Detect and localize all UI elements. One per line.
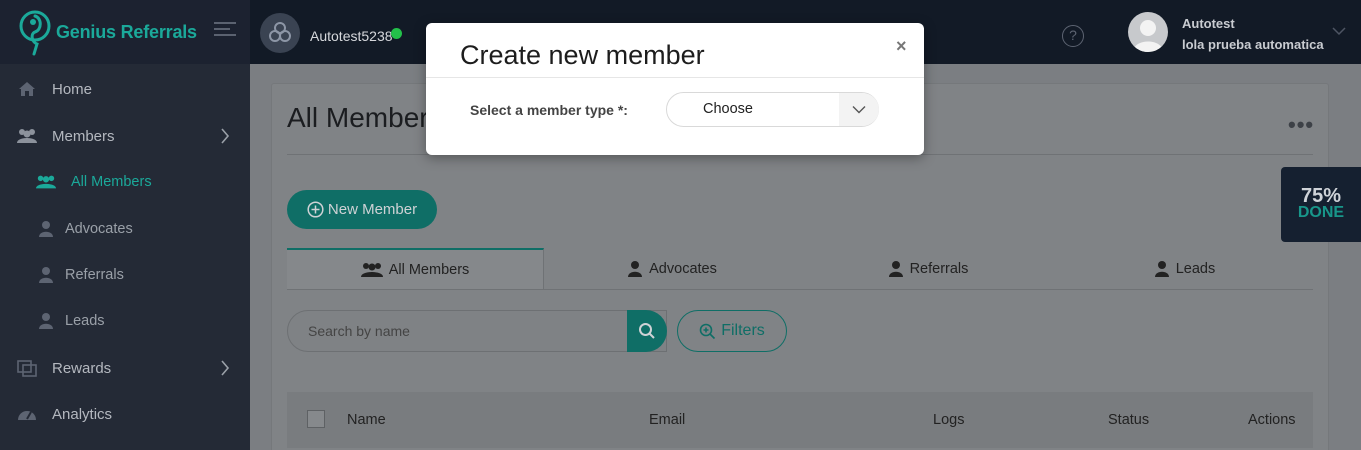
new-member-label: New Member [327, 201, 418, 218]
user-icon [39, 267, 53, 283]
column-header-logs[interactable]: Logs [933, 412, 964, 428]
page-title: All Members [287, 102, 443, 133]
account-name[interactable]: Autotest5238 [310, 28, 393, 44]
new-member-button[interactable]: New Member [287, 190, 437, 229]
user-subtitle: lola prueba automatica [1182, 37, 1324, 52]
rewards-icon [17, 360, 37, 377]
user-name: Autotest [1182, 16, 1235, 31]
help-icon[interactable]: ? [1062, 25, 1084, 47]
onboarding-progress-badge[interactable]: 75% DONE [1281, 167, 1361, 242]
group-icon [36, 175, 56, 189]
tab-label: Referrals [909, 260, 969, 277]
modal-title: Create new member [460, 40, 705, 70]
brand-logo[interactable]: Genius Referrals [18, 8, 197, 56]
online-status-dot [391, 28, 402, 39]
column-header-status[interactable]: Status [1108, 412, 1149, 428]
menu-toggle-icon[interactable] [214, 22, 236, 40]
sidebar-subitem-label: Leads [65, 313, 105, 329]
modal-divider [426, 77, 924, 78]
filters-button[interactable]: Filters [677, 310, 787, 352]
tab-label: All Members [388, 261, 470, 278]
sidebar-item-label: Members [52, 127, 115, 145]
select-caret[interactable] [839, 93, 879, 126]
sidebar-subitem-all-members[interactable]: All Members [0, 162, 250, 202]
sidebar-subitem-advocates[interactable]: Advocates [0, 209, 250, 249]
sidebar-subitem-label: Advocates [65, 221, 133, 237]
sidebar-subitem-label: Referrals [65, 267, 124, 283]
column-header-actions: Actions [1248, 412, 1296, 428]
select-all-checkbox[interactable] [307, 410, 325, 428]
tab-label: Leads [1175, 260, 1216, 277]
account-avatar[interactable] [260, 13, 300, 53]
plus-circle-icon [307, 201, 324, 218]
more-options-icon[interactable]: ••• [1288, 112, 1314, 138]
home-icon [19, 82, 35, 96]
user-icon [1154, 260, 1169, 277]
members-icon [17, 129, 37, 143]
tab-label: Advocates [649, 260, 717, 277]
zoom-in-icon [699, 323, 716, 339]
genius-logo-icon [19, 10, 51, 56]
sidebar-item-label: Analytics [52, 405, 113, 423]
tab-referrals[interactable]: Referrals [800, 248, 1056, 289]
column-header-email[interactable]: Email [649, 412, 685, 428]
sidebar-header: Genius Referrals [0, 0, 250, 64]
filters-label: Filters [721, 322, 765, 339]
sidebar-item-rewards[interactable]: Rewards [0, 348, 250, 388]
user-avatar-icon [1133, 20, 1163, 52]
sidebar-item-members[interactable]: Members [0, 116, 250, 156]
progress-done-label: DONE [1297, 204, 1345, 221]
tab-all-members[interactable]: All Members [287, 248, 544, 289]
sidebar-item-label: Home [52, 80, 93, 98]
select-value: Choose [703, 101, 753, 117]
search-icon [639, 323, 655, 339]
create-member-modal: Create new member × Select a member type… [426, 23, 924, 155]
user-icon [39, 313, 53, 329]
user-avatar[interactable] [1128, 12, 1168, 52]
sidebar-subitem-label: All Members [71, 174, 152, 190]
analytics-icon [18, 411, 36, 420]
sidebar: Genius Referrals Home Members All Member… [0, 0, 250, 450]
brand-name: Genius Referrals [56, 21, 197, 42]
sidebar-subitem-referrals[interactable]: Referrals [0, 255, 250, 295]
member-tabs: All Members Advocates Referrals Leads [287, 248, 1313, 290]
chevron-right-icon [221, 360, 230, 376]
member-type-select[interactable]: Choose [666, 92, 879, 127]
sidebar-item-label: Rewards [52, 359, 112, 377]
column-header-name[interactable]: Name [347, 412, 386, 428]
search-input[interactable]: Search by name [287, 310, 667, 352]
table-header: Name Email Logs Status Actions [287, 392, 1313, 448]
sidebar-item-analytics[interactable]: Analytics [0, 394, 250, 434]
member-type-label: Select a member type *: [470, 102, 628, 118]
user-icon [628, 260, 643, 277]
chevron-down-icon[interactable] [1332, 26, 1346, 36]
sidebar-item-home[interactable]: Home [0, 69, 250, 109]
progress-percent: 75% [1300, 185, 1342, 207]
close-icon[interactable]: × [896, 37, 907, 55]
account-logo-icon [269, 22, 291, 42]
user-icon [39, 221, 53, 237]
tab-advocates[interactable]: Advocates [544, 248, 800, 289]
chevron-right-icon [221, 128, 230, 144]
sidebar-subitem-leads[interactable]: Leads [0, 301, 250, 341]
user-icon [888, 260, 903, 277]
chevron-down-icon [852, 106, 866, 114]
tab-leads[interactable]: Leads [1056, 248, 1313, 289]
group-icon [360, 262, 383, 277]
search-button[interactable] [627, 310, 667, 352]
